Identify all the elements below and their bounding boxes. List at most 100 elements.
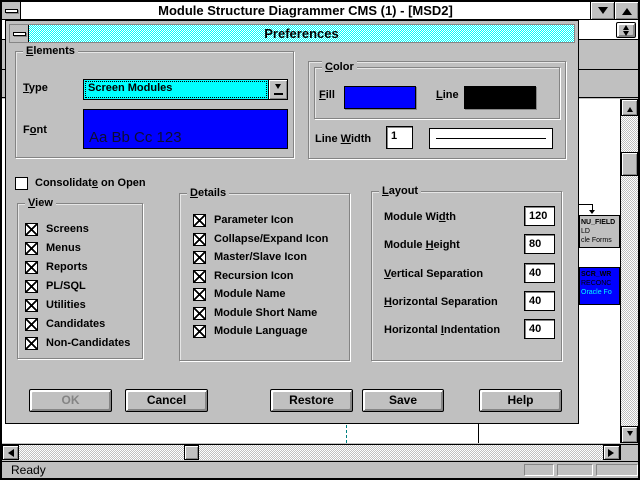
child-restore-button[interactable] <box>616 22 636 38</box>
minimize-button[interactable] <box>590 2 614 19</box>
scroll-right-button[interactable] <box>603 445 620 460</box>
details-label-module-name: Module Name <box>214 288 286 301</box>
type-combobox[interactable]: Screen Modules <box>83 79 288 100</box>
module-line: RECONC <box>581 279 619 288</box>
font-sample-text: Aa Bb Cc 123 <box>89 129 182 146</box>
maximize-icon <box>622 3 632 15</box>
module-line: LD <box>581 227 619 236</box>
scroll-left-icon <box>4 449 14 457</box>
scrollbar-corner <box>620 444 638 460</box>
restore-down-icon <box>623 31 629 39</box>
view-label-menus: Menus <box>46 242 81 255</box>
save-button-label: Save <box>389 393 417 407</box>
view-label-non-candidates: Non-Candidates <box>46 337 130 350</box>
dialog-system-menu-button[interactable] <box>10 25 29 42</box>
ok-button[interactable]: OK <box>29 389 112 412</box>
horizontal-scrollbar[interactable] <box>2 444 620 460</box>
vertical-separation-input[interactable]: 40 <box>524 263 555 283</box>
consolidate-checkbox[interactable] <box>15 177 28 190</box>
scroll-up-button[interactable] <box>621 99 638 116</box>
details-checkbox-master-slave-icon[interactable] <box>193 251 206 264</box>
view-checkbox-candidates[interactable] <box>25 318 38 331</box>
status-panel <box>524 464 554 476</box>
horizontal-scroll-thumb[interactable] <box>184 445 199 460</box>
view-checkbox-utilities[interactable] <box>25 299 38 312</box>
details-label-recursion-icon: Recursion Icon <box>214 270 293 283</box>
horizontal-separation-input[interactable]: 40 <box>524 291 555 311</box>
details-checkbox-module-short-name[interactable] <box>193 307 206 320</box>
combo-arrow-bar-icon <box>274 93 283 95</box>
main-titlebar[interactable]: Module Structure Diagrammer CMS (1) - [M… <box>2 2 638 20</box>
dialog-titlebar[interactable]: Preferences <box>9 24 575 43</box>
combo-arrow-icon <box>275 84 281 92</box>
dialog-system-menu-icon <box>13 32 26 36</box>
module-height-input[interactable]: 80 <box>524 234 555 254</box>
font-label: Font <box>23 124 47 137</box>
dialog-title: Preferences <box>29 25 574 42</box>
view-checkbox-plsql[interactable] <box>25 280 38 293</box>
view-group-label: View <box>25 197 56 210</box>
module-width-label: Module Width <box>384 211 456 224</box>
line-color-swatch[interactable] <box>464 86 536 109</box>
diagram-module-node-selected[interactable]: SCR_WR RECONC Oracle Fo <box>579 267 620 305</box>
preferences-dialog: Preferences Elements Type Screen Modules… <box>5 20 579 424</box>
restore-button[interactable]: Restore <box>270 389 353 412</box>
diagram-module-node[interactable]: NU_FIELD LD cle Forms <box>579 215 620 248</box>
horizontal-indentation-input[interactable]: 40 <box>524 319 555 339</box>
scroll-up-icon <box>627 104 633 112</box>
consolidate-label: Consolidate on Open <box>35 177 146 190</box>
fill-label: Fill <box>319 89 335 102</box>
scroll-down-button[interactable] <box>621 426 638 443</box>
view-checkbox-reports[interactable] <box>25 261 38 274</box>
layout-group-label: Layout <box>379 185 421 198</box>
view-label-plsql: PL/SQL <box>46 280 86 293</box>
details-group-label: Details <box>187 187 229 200</box>
fill-color-swatch[interactable] <box>344 86 416 109</box>
type-label: Type <box>23 82 48 95</box>
module-width-input[interactable]: 120 <box>524 206 555 226</box>
connector-line <box>579 204 593 205</box>
maximize-button[interactable] <box>614 2 638 19</box>
details-checkbox-collapse-expand-icon[interactable] <box>193 233 206 246</box>
horizontal-separation-label: Horizontal Separation <box>384 296 498 309</box>
save-button[interactable]: Save <box>362 389 444 412</box>
line-sample-stroke <box>436 138 546 139</box>
status-bar: Ready <box>2 461 638 478</box>
details-label-module-language: Module Language <box>214 325 308 338</box>
vertical-scroll-thumb[interactable] <box>621 152 638 176</box>
line-width-input[interactable]: 1 <box>386 126 413 149</box>
system-menu-button[interactable] <box>2 2 21 19</box>
restore-button-label: Restore <box>289 393 334 407</box>
view-label-reports: Reports <box>46 261 88 274</box>
view-checkbox-screens[interactable] <box>25 223 38 236</box>
system-menu-icon <box>5 9 18 13</box>
help-button-label: Help <box>507 393 533 407</box>
elements-group-label: Elements <box>23 45 78 58</box>
module-line: NU_FIELD <box>581 218 619 227</box>
cancel-button[interactable]: Cancel <box>125 389 208 412</box>
restore-up-icon <box>623 22 629 30</box>
line-label: Line <box>436 89 459 102</box>
vertical-scrollbar[interactable] <box>620 99 638 443</box>
view-label-utilities: Utilities <box>46 299 86 312</box>
type-combobox-dropdown-button[interactable] <box>269 79 288 100</box>
details-label-master-slave-icon: Master/Slave Icon <box>214 251 307 264</box>
line-width-label: Line Width <box>315 133 371 146</box>
scroll-down-icon <box>627 431 633 439</box>
scroll-left-button[interactable] <box>2 445 19 460</box>
help-button[interactable]: Help <box>479 389 562 412</box>
font-preview-box[interactable]: Aa Bb Cc 123 <box>83 109 288 149</box>
view-checkbox-menus[interactable] <box>25 242 38 255</box>
module-line: Oracle Fo <box>581 288 619 297</box>
ok-button-label: OK <box>62 393 80 407</box>
view-label-screens: Screens <box>46 223 89 236</box>
details-checkbox-module-language[interactable] <box>193 325 206 338</box>
view-checkbox-non-candidates[interactable] <box>25 337 38 350</box>
details-checkbox-module-name[interactable] <box>193 288 206 301</box>
status-panel <box>557 464 593 476</box>
type-combobox-value[interactable]: Screen Modules <box>83 79 269 100</box>
main-window: Module Structure Diagrammer CMS (1) - [M… <box>0 0 640 480</box>
module-line: cle Forms <box>581 236 619 245</box>
details-checkbox-recursion-icon[interactable] <box>193 270 206 283</box>
details-checkbox-parameter-icon[interactable] <box>193 214 206 227</box>
